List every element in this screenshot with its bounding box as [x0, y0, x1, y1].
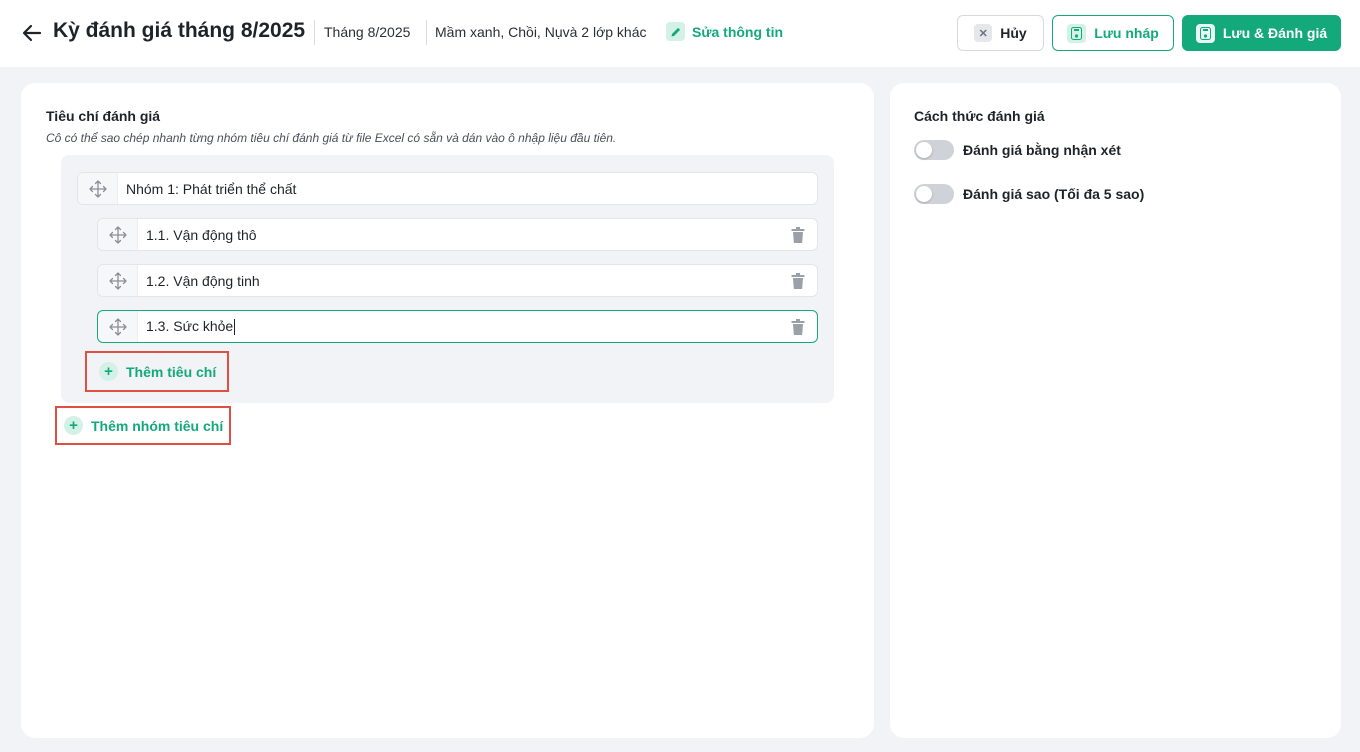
- text-caret: [234, 319, 236, 336]
- period-label: Tháng 8/2025: [324, 24, 411, 40]
- group-name-field[interactable]: Nhóm 1: Phát triển thể chất: [77, 172, 818, 205]
- back-arrow-icon[interactable]: [20, 21, 44, 45]
- drag-move-icon[interactable]: [98, 265, 138, 296]
- method-title: Cách thức đánh giá: [914, 108, 1045, 124]
- toggle-switch[interactable]: [914, 140, 954, 160]
- trash-icon[interactable]: [783, 219, 813, 250]
- save-and-evaluate-button[interactable]: Lưu & Đánh giá: [1182, 15, 1341, 51]
- save-and-evaluate-label: Lưu & Đánh giá: [1222, 25, 1328, 41]
- toggle-switch[interactable]: [914, 184, 954, 204]
- criteria-title: Tiêu chí đánh giá: [46, 108, 161, 124]
- divider: [426, 20, 427, 45]
- toggle-label: Đánh giá sao (Tối đa 5 sao): [963, 186, 1145, 202]
- edit-info-link[interactable]: Sửa thông tin: [666, 22, 783, 41]
- plus-icon: +: [99, 362, 118, 381]
- cancel-button[interactable]: ✕ Hủy: [957, 15, 1044, 51]
- add-criterion-label: Thêm tiêu chí: [126, 363, 217, 380]
- trash-icon[interactable]: [783, 265, 813, 296]
- add-group-label: Thêm nhóm tiêu chí: [91, 417, 224, 434]
- plus-icon: +: [64, 416, 83, 435]
- page-title: Kỳ đánh giá tháng 8/2025: [53, 19, 306, 42]
- add-group-button[interactable]: + Thêm nhóm tiêu chí: [55, 406, 231, 445]
- criterion-input[interactable]: 1.2. Vận động tinh: [138, 273, 783, 289]
- criteria-hint: Cô có thể sao chép nhanh từng nhóm tiêu …: [46, 131, 617, 145]
- add-criterion-button[interactable]: + Thêm tiêu chí: [85, 351, 229, 392]
- criterion-field[interactable]: 1.3. Sức khỏe: [97, 310, 818, 343]
- toggle-comment-evaluation[interactable]: Đánh giá bằng nhận xét: [914, 140, 1121, 160]
- top-bar: Kỳ đánh giá tháng 8/2025 Tháng 8/2025 Mầ…: [0, 0, 1360, 67]
- toggle-star-evaluation[interactable]: Đánh giá sao (Tối đa 5 sao): [914, 184, 1144, 204]
- save-disk-icon: [1067, 23, 1087, 43]
- divider: [314, 20, 315, 45]
- criterion-field[interactable]: 1.1. Vận động thô: [97, 218, 818, 251]
- close-icon: ✕: [974, 24, 993, 42]
- drag-move-icon[interactable]: [98, 311, 138, 342]
- toggle-knob: [916, 142, 932, 158]
- criterion-input-value: 1.3. Sức khỏe: [146, 317, 234, 334]
- criterion-field[interactable]: 1.2. Vận động tinh: [97, 264, 818, 297]
- classes-label: Mầm xanh, Chồi, Nụvà 2 lớp khác: [435, 24, 647, 40]
- save-disk-icon: [1195, 23, 1215, 43]
- save-draft-label: Lưu nháp: [1094, 25, 1159, 41]
- criterion-input[interactable]: 1.1. Vận động thô: [138, 227, 783, 243]
- edit-info-label: Sửa thông tin: [692, 23, 784, 40]
- toggle-label: Đánh giá bằng nhận xét: [963, 142, 1121, 158]
- toggle-knob: [916, 186, 932, 202]
- method-panel: Cách thức đánh giá Đánh giá bằng nhận xé…: [890, 83, 1341, 738]
- trash-icon[interactable]: [783, 311, 813, 342]
- drag-move-icon[interactable]: [98, 219, 138, 250]
- pencil-icon: [666, 22, 685, 41]
- save-draft-button[interactable]: Lưu nháp: [1052, 15, 1174, 51]
- criterion-input-focused[interactable]: 1.3. Sức khỏe: [138, 317, 783, 336]
- group-name-input[interactable]: Nhóm 1: Phát triển thể chất: [118, 181, 817, 197]
- cancel-label: Hủy: [1000, 25, 1027, 41]
- drag-move-icon[interactable]: [78, 173, 118, 204]
- criteria-panel: Tiêu chí đánh giá Cô có thể sao chép nha…: [21, 83, 874, 738]
